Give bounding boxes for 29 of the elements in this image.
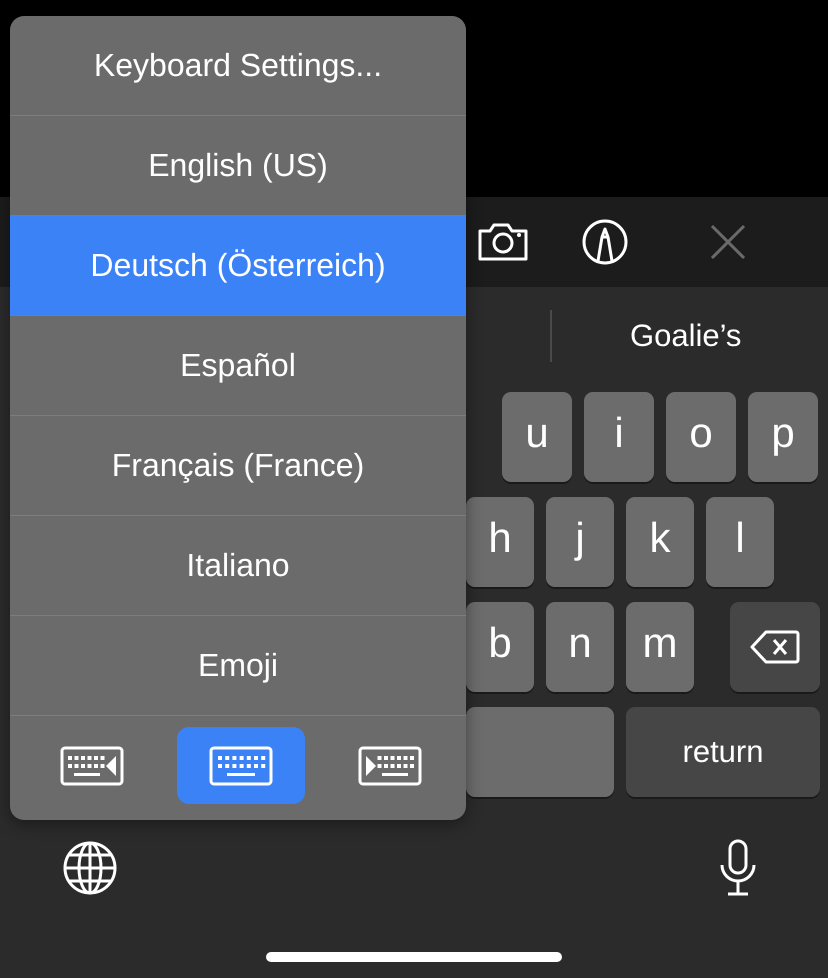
key[interactable]: j — [546, 497, 614, 587]
menu-item[interactable]: Italiano — [10, 516, 466, 616]
menu-item[interactable]: Español — [10, 316, 466, 416]
camera-icon[interactable] — [476, 221, 530, 263]
delete-icon — [750, 630, 800, 664]
keyboard-right-icon — [358, 746, 422, 786]
microphone-icon[interactable] — [718, 839, 758, 897]
menu-item[interactable]: Français (France) — [10, 416, 466, 516]
delete-key[interactable] — [730, 602, 820, 692]
key[interactable]: n — [546, 602, 614, 692]
menu-item[interactable]: Keyboard Settings... — [10, 16, 466, 116]
menu-item[interactable]: Deutsch (Österreich) — [10, 216, 466, 316]
suggestion[interactable]: Goalie’s — [630, 318, 742, 354]
key[interactable]: m — [626, 602, 694, 692]
return-key[interactable]: return — [626, 707, 820, 797]
key[interactable]: u — [502, 392, 572, 482]
keyboard-icon — [209, 746, 273, 786]
menu-item[interactable]: Emoji — [10, 616, 466, 716]
keyboard-left-icon — [60, 746, 124, 786]
markup-pen-icon[interactable] — [582, 219, 628, 265]
key[interactable]: l — [706, 497, 774, 587]
key[interactable]: k — [626, 497, 694, 587]
key[interactable]: h — [466, 497, 534, 587]
key[interactable]: o — [666, 392, 736, 482]
globe-icon[interactable] — [62, 840, 118, 896]
keyboard-layout-button[interactable] — [177, 727, 305, 804]
key[interactable]: p — [748, 392, 818, 482]
key[interactable]: i — [584, 392, 654, 482]
key[interactable]: b — [466, 602, 534, 692]
